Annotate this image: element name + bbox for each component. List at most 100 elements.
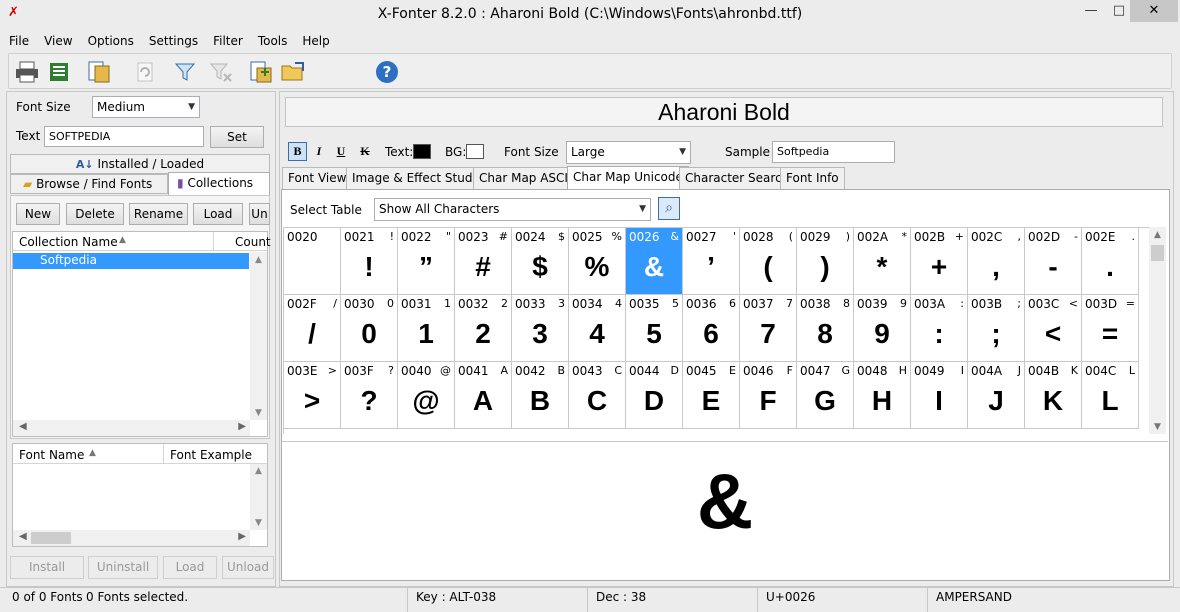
unload-button[interactable]: Un — [249, 203, 270, 225]
font-size-select-right[interactable]: Large ▼ — [566, 141, 691, 164]
char-cell-002C[interactable]: 002C,, — [968, 228, 1025, 295]
menu-tools[interactable]: Tools — [249, 31, 294, 51]
char-cell-004C[interactable]: 004C L L — [1082, 362, 1139, 429]
tab-collections[interactable]: ▮ Collections — [168, 172, 270, 196]
char-cell-002B[interactable]: 002B + + — [911, 228, 968, 295]
load-font-button[interactable]: Load — [163, 556, 217, 579]
tab-browse-find[interactable]: ▰ Browse / Find Fonts — [10, 174, 168, 194]
print-icon[interactable] — [13, 58, 41, 86]
char-cell-0031[interactable]: 0031 1 1 — [398, 295, 455, 362]
char-cell-0046[interactable]: 0046 F F — [740, 362, 797, 429]
scroll-up-icon[interactable]: ▲ — [250, 252, 267, 265]
char-cell-0048[interactable]: 0048 H H — [854, 362, 911, 429]
tab-font-info[interactable]: Font Info — [780, 167, 845, 189]
filter-icon[interactable] — [171, 58, 199, 86]
scroll-right-icon[interactable]: ▶ — [238, 421, 246, 432]
font-list-hscroll[interactable]: ◀ ▶ — [13, 530, 250, 546]
char-cell-0023[interactable]: 0023 # # — [455, 228, 512, 295]
install-button[interactable]: Install — [10, 556, 84, 579]
print-list-icon[interactable] — [45, 58, 73, 86]
char-cell-004A[interactable]: 004A J J — [968, 362, 1025, 429]
menu-filter[interactable]: Filter — [204, 31, 249, 51]
scroll-down-icon[interactable]: ▼ — [1149, 422, 1166, 432]
char-cell-003D[interactable]: 003D = = — [1082, 295, 1139, 362]
col-collection-name[interactable]: Collection Name — [19, 235, 118, 249]
char-cell-0021[interactable]: 0021!! — [341, 228, 398, 295]
font-size-select[interactable]: Medium ▼ — [92, 96, 200, 118]
clear-filter-icon[interactable] — [207, 58, 235, 86]
col-font-example[interactable]: Font Example — [170, 448, 252, 462]
col-count[interactable]: Count — [235, 235, 271, 249]
font-list-vscroll[interactable]: ▲ ▼ — [250, 464, 267, 530]
char-cell-002F[interactable]: 002F / / — [284, 295, 341, 362]
char-cell-004B[interactable]: 004B K K — [1025, 362, 1082, 429]
close-icon[interactable]: ✕ — [1130, 0, 1178, 22]
vertical-scrollbar[interactable]: ▲ ▼ — [250, 252, 267, 420]
menu-help[interactable]: Help — [293, 31, 335, 51]
char-cell-0043[interactable]: 0043 C C — [569, 362, 626, 429]
char-cell-0045[interactable]: 0045 E E — [683, 362, 740, 429]
scroll-thumb[interactable] — [31, 532, 71, 544]
tab-font-view[interactable]: Font View — [282, 167, 353, 189]
char-cell-0022[interactable]: 0022 " ” — [398, 228, 455, 295]
char-cell-002A[interactable]: 002A * * — [854, 228, 911, 295]
tab-char-map-ascii[interactable]: Char Map ASCII — [473, 167, 578, 189]
char-cell-0041[interactable]: 0041 A A — [455, 362, 512, 429]
char-cell-0020[interactable]: 0020 — [284, 228, 341, 295]
font-properties-icon[interactable] — [85, 58, 113, 86]
bg-color-swatch[interactable] — [466, 144, 484, 159]
char-cell-002E[interactable]: 002E.. — [1082, 228, 1139, 295]
char-cell-0037[interactable]: 0037 7 7 — [740, 295, 797, 362]
menu-file[interactable]: File — [0, 31, 35, 51]
install-fonts-icon[interactable] — [247, 58, 275, 86]
new-button[interactable]: New — [16, 203, 60, 225]
underline-toggle[interactable]: U — [333, 142, 349, 161]
minimize-icon[interactable]: — — [1076, 0, 1106, 22]
char-cell-0036[interactable]: 0036 6 6 — [683, 295, 740, 362]
char-cell-003F[interactable]: 003F?? — [341, 362, 398, 429]
menu-view[interactable]: View — [35, 31, 78, 51]
char-cell-0044[interactable]: 0044 D D — [626, 362, 683, 429]
char-cell-0038[interactable]: 0038 8 8 — [797, 295, 854, 362]
scroll-right-icon[interactable]: ▶ — [238, 531, 246, 542]
search-char-button[interactable]: ⌕ — [658, 197, 680, 220]
set-button[interactable]: Set — [210, 126, 264, 148]
text-color-swatch[interactable] — [413, 144, 431, 159]
scroll-thumb[interactable] — [1151, 245, 1164, 261]
char-cell-0033[interactable]: 0033 3 3 — [512, 295, 569, 362]
char-cell-0025[interactable]: 0025%% — [569, 228, 626, 295]
refresh-icon[interactable] — [131, 58, 159, 86]
scroll-up-icon[interactable]: ▲ — [1149, 227, 1166, 240]
collection-item-softpedia[interactable]: Softpedia — [13, 253, 249, 269]
select-table-dropdown[interactable]: Show All Characters ▼ — [374, 198, 651, 221]
char-cell-0027[interactable]: 0027 ' ’ — [683, 228, 740, 295]
char-cell-003B[interactable]: 003B;; — [968, 295, 1025, 362]
rename-button[interactable]: Rename — [129, 203, 188, 225]
menu-settings[interactable]: Settings — [140, 31, 204, 51]
char-cell-003A[interactable]: 003A:: — [911, 295, 968, 362]
char-cell-0028[interactable]: 0028 (( — [740, 228, 797, 295]
horizontal-scrollbar[interactable]: ◀ ▶ — [13, 420, 250, 436]
char-cell-0026[interactable]: 0026 & & — [626, 228, 683, 295]
unload-font-button[interactable]: Unload — [222, 556, 274, 579]
sample-input[interactable]: Softpedia — [772, 141, 895, 163]
char-cell-003C[interactable]: 003C < < — [1025, 295, 1082, 362]
delete-button[interactable]: Delete — [66, 203, 124, 225]
tab-char-map-unicode[interactable]: Char Map Unicode — [567, 166, 689, 190]
char-cell-0032[interactable]: 0032 2 2 — [455, 295, 512, 362]
bold-toggle[interactable]: B — [288, 142, 307, 161]
char-cell-0042[interactable]: 0042 B B — [512, 362, 569, 429]
strikethrough-toggle[interactable]: K — [357, 142, 373, 161]
char-cell-0040[interactable]: 0040 @ @ — [398, 362, 455, 429]
char-cell-0035[interactable]: 0035 5 5 — [626, 295, 683, 362]
col-font-name[interactable]: Font Name — [19, 448, 84, 462]
char-cell-003E[interactable]: 003E > > — [284, 362, 341, 429]
char-cell-0024[interactable]: 0024 $ $ — [512, 228, 569, 295]
char-cell-0034[interactable]: 0034 4 4 — [569, 295, 626, 362]
scroll-down-icon[interactable]: ▼ — [250, 518, 267, 528]
scroll-up-icon[interactable]: ▲ — [250, 464, 267, 476]
char-cell-002D[interactable]: 002D - - — [1025, 228, 1082, 295]
load-button[interactable]: Load — [193, 203, 243, 225]
char-cell-0039[interactable]: 0039 9 9 — [854, 295, 911, 362]
char-grid-scrollbar[interactable]: ▲ ▼ — [1149, 227, 1166, 434]
